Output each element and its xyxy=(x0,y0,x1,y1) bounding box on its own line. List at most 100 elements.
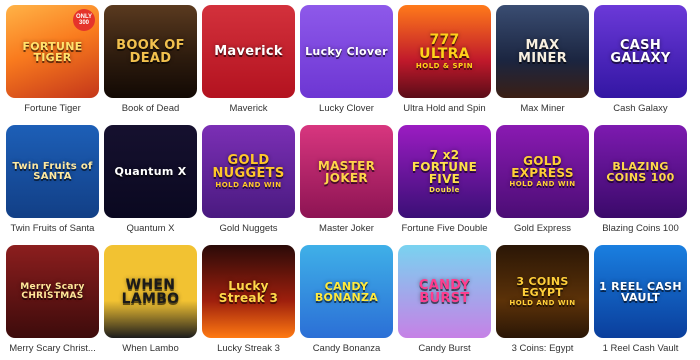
game-logo: BLAZING COINS 100 xyxy=(594,161,687,183)
game-logo-text: 3 COINS EGYPT xyxy=(516,275,569,299)
game-logo: 1 REEL CASH VAULT xyxy=(594,281,687,303)
game-logo-text: CANDY BONANZA xyxy=(314,279,379,304)
game-thumbnail[interactable]: Twin Fruits of SANTA xyxy=(6,125,99,218)
game-logo-text: Quantum X xyxy=(114,165,187,178)
game-logo: BOOK OF DEAD xyxy=(104,39,197,65)
game-logo: CANDY BURST xyxy=(398,279,491,305)
game-card[interactable]: Twin Fruits of SANTA Twin Fruits of Santa xyxy=(6,125,99,240)
game-title[interactable]: Lucky Clover xyxy=(300,98,393,120)
game-title[interactable]: Fortune Five Double xyxy=(398,218,491,240)
game-title[interactable]: When Lambo xyxy=(104,338,197,360)
game-card[interactable]: CASH GALAXY Cash Galaxy xyxy=(594,5,687,120)
game-logo: 7 x2 FORTUNE FIVE Double xyxy=(398,149,491,194)
game-thumbnail[interactable]: GOLD EXPRESS HOLD AND WIN xyxy=(496,125,589,218)
game-title[interactable]: Maverick xyxy=(202,98,295,120)
game-card[interactable]: GOLD NUGGETS HOLD AND WIN Gold Nuggets xyxy=(202,125,295,240)
game-thumbnail[interactable]: Maverick xyxy=(202,5,295,98)
game-card[interactable]: BOOK OF DEAD Book of Dead xyxy=(104,5,197,120)
game-logo: GOLD EXPRESS HOLD AND WIN xyxy=(496,155,589,188)
game-title[interactable]: Book of Dead xyxy=(104,98,197,120)
game-thumbnail[interactable]: CANDY BONANZA xyxy=(300,245,393,338)
game-thumbnail[interactable]: ONLY 300 FORTUNE TIGER xyxy=(6,5,99,98)
game-card[interactable]: Lucky Clover Lucky Clover xyxy=(300,5,393,120)
game-title[interactable]: Lucky Streak 3 xyxy=(202,338,295,360)
game-logo: Quantum X xyxy=(111,166,191,177)
game-logo-text: 1 REEL CASH VAULT xyxy=(599,279,682,304)
game-logo-subtitle: HOLD AND WIN xyxy=(509,299,576,307)
game-card[interactable]: 7 x2 FORTUNE FIVE Double Fortune Five Doub… xyxy=(398,125,491,240)
game-thumbnail[interactable]: Quantum X xyxy=(104,125,197,218)
game-card[interactable]: Quantum X Quantum X xyxy=(104,125,197,240)
game-logo-text: GOLD NUGGETS xyxy=(212,153,285,181)
game-card[interactable]: WHEN LAMBO When Lambo xyxy=(104,245,197,360)
game-card[interactable]: ONLY 300 FORTUNE TIGER Fortune Tiger xyxy=(6,5,99,120)
game-card[interactable]: CANDY BONANZA Candy Bonanza xyxy=(300,245,393,360)
game-logo-text: WHEN LAMBO xyxy=(121,276,180,307)
game-card[interactable]: GOLD EXPRESS HOLD AND WIN Gold Express xyxy=(496,125,589,240)
game-logo-text: MASTER JOKER xyxy=(317,158,376,185)
game-title[interactable]: Merry Scary Christ... xyxy=(6,338,99,360)
game-card[interactable]: MAX MINER Max Miner xyxy=(496,5,589,120)
game-thumbnail[interactable]: Lucky Clover xyxy=(300,5,393,98)
game-card[interactable]: 1 REEL CASH VAULT 1 Reel Cash Vault xyxy=(594,245,687,360)
game-title[interactable]: Max Miner xyxy=(496,98,589,120)
game-thumbnail[interactable]: 7 x2 FORTUNE FIVE Double xyxy=(398,125,491,218)
game-title[interactable]: Blazing Coins 100 xyxy=(594,218,687,240)
game-title[interactable]: Ultra Hold and Spin xyxy=(398,98,491,120)
game-logo-text: Maverick xyxy=(214,44,283,59)
game-title[interactable]: Gold Express xyxy=(496,218,589,240)
game-thumbnail[interactable]: 1 REEL CASH VAULT xyxy=(594,245,687,338)
game-logo-text: GOLD EXPRESS xyxy=(511,154,574,180)
game-thumbnail[interactable]: GOLD NUGGETS HOLD AND WIN xyxy=(202,125,295,218)
game-card[interactable]: Merry Scary CHRISTMAS Merry Scary Christ.… xyxy=(6,245,99,360)
game-logo-text: Twin Fruits of SANTA xyxy=(12,160,93,182)
game-logo-subtitle: HOLD AND WIN xyxy=(215,181,282,189)
game-card[interactable]: Lucky Streak 3 Lucky Streak 3 xyxy=(202,245,295,360)
game-logo: Twin Fruits of SANTA xyxy=(6,160,99,182)
promo-badge: ONLY 300 xyxy=(73,9,95,31)
game-card[interactable]: CANDY BURST Candy Burst xyxy=(398,245,491,360)
game-logo: 777 ULTRA HOLD & SPIN xyxy=(398,33,491,70)
game-logo-text: 7 x2 FORTUNE FIVE xyxy=(411,148,478,186)
game-thumbnail[interactable]: 3 COINS EGYPT HOLD AND WIN xyxy=(496,245,589,338)
game-thumbnail[interactable]: MASTER JOKER xyxy=(300,125,393,218)
game-logo-subtitle: HOLD & SPIN xyxy=(415,62,474,70)
game-logo: Lucky Streak 3 xyxy=(202,280,295,304)
game-card[interactable]: BLAZING COINS 100 Blazing Coins 100 xyxy=(594,125,687,240)
game-logo: 3 COINS EGYPT HOLD AND WIN xyxy=(496,276,589,307)
game-logo-text: FORTUNE TIGER xyxy=(22,39,83,64)
game-card[interactable]: 3 COINS EGYPT HOLD AND WIN 3 Coins: Egypt xyxy=(496,245,589,360)
game-logo: WHEN LAMBO xyxy=(104,278,197,306)
game-thumbnail[interactable]: Lucky Streak 3 xyxy=(202,245,295,338)
game-title[interactable]: Quantum X xyxy=(104,218,197,240)
game-thumbnail[interactable]: CASH GALAXY xyxy=(594,5,687,98)
game-title[interactable]: Candy Burst xyxy=(398,338,491,360)
game-title[interactable]: Fortune Tiger xyxy=(6,98,99,120)
game-title[interactable]: Master Joker xyxy=(300,218,393,240)
game-thumbnail[interactable]: MAX MINER xyxy=(496,5,589,98)
game-thumbnail[interactable]: 777 ULTRA HOLD & SPIN xyxy=(398,5,491,98)
game-logo-text: CASH GALAXY xyxy=(610,37,671,66)
game-thumbnail[interactable]: Merry Scary CHRISTMAS xyxy=(6,245,99,338)
game-thumbnail[interactable]: CANDY BURST xyxy=(398,245,491,338)
game-title[interactable]: Cash Galaxy xyxy=(594,98,687,120)
game-logo-text: Merry Scary CHRISTMAS xyxy=(20,281,85,301)
game-card[interactable]: 777 ULTRA HOLD & SPIN Ultra Hold and Spin xyxy=(398,5,491,120)
game-logo-text: CANDY BURST xyxy=(418,277,471,306)
game-title[interactable]: Gold Nuggets xyxy=(202,218,295,240)
game-thumbnail[interactable]: WHEN LAMBO xyxy=(104,245,197,338)
game-thumbnail[interactable]: BLAZING COINS 100 xyxy=(594,125,687,218)
game-title[interactable]: Twin Fruits of Santa xyxy=(6,218,99,240)
game-title[interactable]: Candy Bonanza xyxy=(300,338,393,360)
game-card[interactable]: Maverick Maverick xyxy=(202,5,295,120)
game-logo: Maverick xyxy=(210,45,287,58)
game-thumbnail[interactable]: BOOK OF DEAD xyxy=(104,5,197,98)
game-card[interactable]: MASTER JOKER Master Joker xyxy=(300,125,393,240)
game-logo-subtitle: HOLD AND WIN xyxy=(509,180,576,188)
game-title[interactable]: 1 Reel Cash Vault xyxy=(594,338,687,360)
game-logo-text: Lucky Streak 3 xyxy=(218,278,279,305)
game-logo: Lucky Clover xyxy=(301,46,392,57)
game-logo-text: BLAZING COINS 100 xyxy=(606,159,675,184)
game-logo: CASH GALAXY xyxy=(594,39,687,65)
game-title[interactable]: 3 Coins: Egypt xyxy=(496,338,589,360)
